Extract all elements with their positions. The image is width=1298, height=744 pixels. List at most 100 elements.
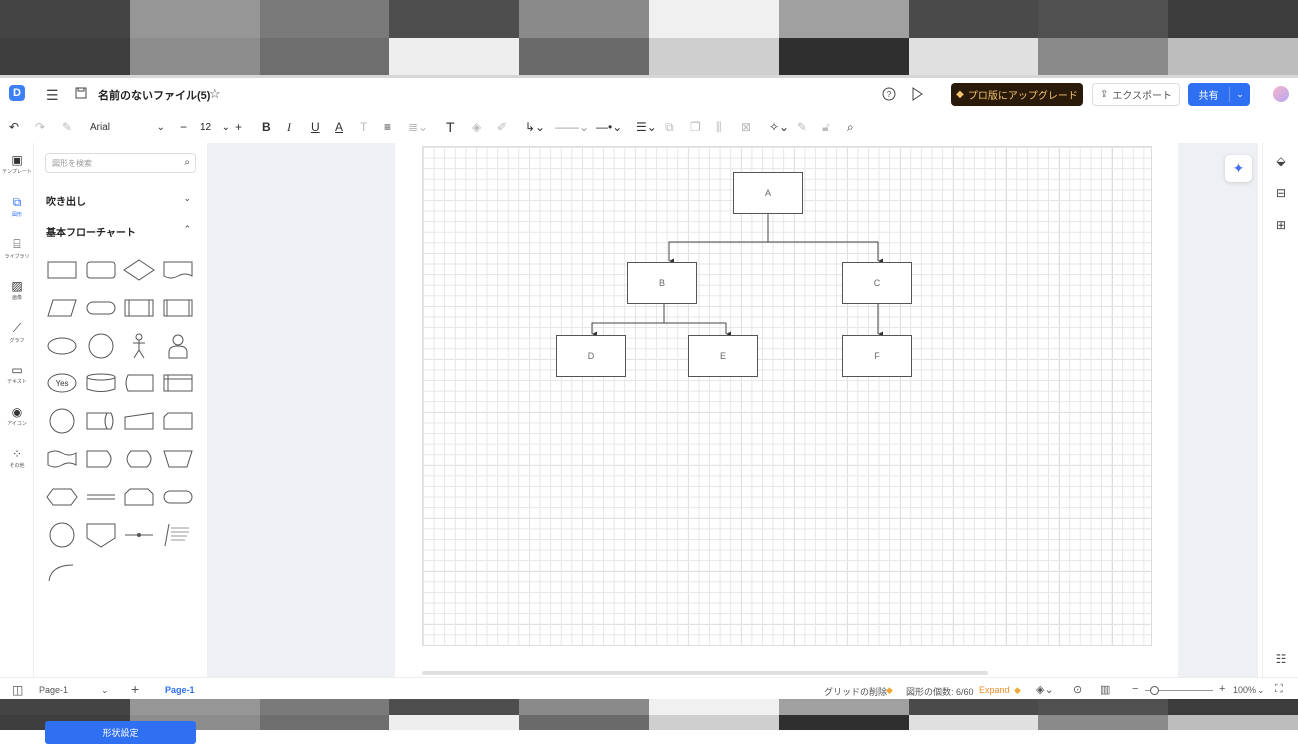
section-callout[interactable]: 吹き出し: [46, 193, 86, 208]
shape-item[interactable]: [122, 331, 156, 361]
copy-style-icon[interactable]: ❐: [690, 119, 701, 135]
shape-item[interactable]: [84, 331, 118, 361]
shape-item[interactable]: [84, 482, 118, 512]
play-icon[interactable]: [911, 87, 923, 101]
export-button[interactable]: ⇪ エクスポート: [1092, 83, 1180, 106]
edit-icon[interactable]: ✎: [797, 119, 807, 135]
group-icon[interactable]: ⧉: [665, 119, 674, 135]
distribute-icon[interactable]: ⫼: [716, 119, 722, 135]
line-style-icon[interactable]: ——⌄: [555, 119, 589, 135]
node-b[interactable]: B: [627, 262, 697, 304]
page-panel-icon[interactable]: ◫: [12, 683, 23, 697]
undo-icon[interactable]: ↶: [9, 119, 19, 135]
shape-search-input[interactable]: 図形を検索 ⌕: [45, 153, 196, 173]
shape-item[interactable]: [161, 293, 195, 323]
shape-item[interactable]: [45, 293, 79, 323]
zoom-in-icon[interactable]: +: [1219, 683, 1225, 695]
shape-item[interactable]: [45, 444, 79, 474]
remove-grid-label[interactable]: グリッドの削除: [824, 685, 887, 698]
grid-apps-icon[interactable]: ⊞: [1273, 217, 1289, 233]
star-icon[interactable]: ☆: [209, 86, 221, 102]
shape-item[interactable]: [122, 482, 156, 512]
page-settings-icon[interactable]: ⊟: [1273, 185, 1289, 201]
shape-replace-icon[interactable]: ✧⌄: [769, 119, 789, 135]
search-icon[interactable]: ⌕: [184, 157, 190, 168]
shape-item[interactable]: [161, 482, 195, 512]
shape-item[interactable]: [45, 406, 79, 436]
shape-item[interactable]: [161, 520, 195, 550]
map-icon[interactable]: ▥: [1100, 683, 1110, 696]
avatar[interactable]: [1273, 86, 1289, 102]
zoom-out-icon[interactable]: −: [1132, 683, 1138, 695]
bold-icon[interactable]: B: [262, 119, 271, 135]
shape-item[interactable]: [84, 368, 118, 398]
shape-item[interactable]: [122, 406, 156, 436]
shape-item[interactable]: [122, 368, 156, 398]
rail-shapes[interactable]: ⧉ 図形: [0, 195, 34, 218]
shape-item[interactable]: [161, 406, 195, 436]
app-logo-icon[interactable]: D: [9, 85, 25, 101]
canvas-area[interactable]: A B C D E F ✦: [208, 143, 1258, 677]
zoom-slider-handle[interactable]: [1150, 686, 1159, 695]
focus-icon[interactable]: ⊙: [1073, 683, 1082, 696]
text-tool-icon[interactable]: T: [446, 119, 455, 135]
shape-item[interactable]: [45, 482, 79, 512]
italic-icon[interactable]: I: [287, 119, 291, 135]
zoom-level[interactable]: 100%: [1233, 685, 1256, 695]
shape-item[interactable]: [122, 520, 156, 550]
help-icon[interactable]: ?: [882, 87, 896, 101]
node-a[interactable]: A: [733, 172, 803, 214]
shape-item[interactable]: [45, 255, 79, 285]
rail-template[interactable]: ▣ テンプレート: [0, 153, 34, 175]
save-icon[interactable]: [75, 87, 87, 99]
section-flowchart[interactable]: 基本フローチャート: [46, 224, 136, 239]
fullscreen-icon[interactable]: ⛶: [1275, 683, 1283, 696]
decrease-font-icon[interactable]: −: [180, 119, 187, 135]
node-d[interactable]: D: [556, 335, 626, 377]
chevron-up-icon[interactable]: ⌃: [183, 224, 191, 235]
page-selector[interactable]: Page-1: [39, 685, 68, 695]
expand-link[interactable]: Expand: [979, 685, 1010, 695]
rail-image[interactable]: ▨ 画像: [0, 279, 34, 301]
shape-item[interactable]: [45, 331, 79, 361]
ai-assistant-button[interactable]: ✦: [1225, 155, 1252, 182]
arrange-icon[interactable]: ☰⌄: [636, 119, 657, 135]
node-e[interactable]: E: [688, 335, 758, 377]
shape-item[interactable]: [122, 444, 156, 474]
shape-item[interactable]: [161, 331, 195, 361]
rail-text[interactable]: ▭ テキスト: [0, 363, 34, 385]
list-settings-icon[interactable]: ☷: [1273, 651, 1289, 667]
shape-item[interactable]: Yes: [45, 368, 79, 398]
lock-icon[interactable]: 🔓︎: [822, 119, 830, 135]
rail-more[interactable]: ⁘ その他: [0, 447, 34, 469]
format-painter-icon[interactable]: ✎: [62, 119, 72, 135]
chevron-down-icon[interactable]: ⌄: [183, 193, 191, 204]
arrow-style-icon[interactable]: —•⌄: [596, 119, 622, 135]
node-c[interactable]: C: [842, 262, 912, 304]
font-size-select[interactable]: 12 ⌄: [198, 119, 232, 136]
shape-item[interactable]: [84, 444, 118, 474]
rail-library[interactable]: ⌸ ライブラリ: [0, 237, 34, 260]
shape-item[interactable]: [84, 520, 118, 550]
line-color-icon[interactable]: ✐: [497, 119, 507, 135]
font-family-select[interactable]: Arial ⌄: [86, 119, 169, 136]
layers-icon[interactable]: ◈⌄: [1036, 683, 1054, 696]
chevron-down-icon[interactable]: ⌄: [101, 685, 109, 696]
upgrade-button[interactable]: ◆ プロ版にアップグレード: [951, 83, 1083, 106]
file-title[interactable]: 名前のないファイル(5): [98, 87, 210, 103]
underline-icon[interactable]: U: [311, 119, 320, 135]
node-f[interactable]: F: [842, 335, 912, 377]
font-color-icon[interactable]: A: [335, 119, 343, 135]
increase-font-icon[interactable]: +: [235, 119, 242, 135]
chevron-down-icon[interactable]: ⌄: [1230, 89, 1250, 100]
style-paint-icon[interactable]: ⬙: [1273, 153, 1289, 169]
shape-item[interactable]: [45, 520, 79, 550]
shape-item[interactable]: [84, 255, 118, 285]
shape-item[interactable]: [122, 255, 156, 285]
share-button[interactable]: 共有 ⌄: [1188, 83, 1250, 106]
shape-item[interactable]: [161, 444, 195, 474]
shape-settings-button[interactable]: 形状設定: [45, 721, 196, 744]
find-icon[interactable]: ⌕: [847, 119, 854, 135]
text-style-icon[interactable]: T: [360, 119, 367, 135]
shape-item[interactable]: [161, 368, 195, 398]
